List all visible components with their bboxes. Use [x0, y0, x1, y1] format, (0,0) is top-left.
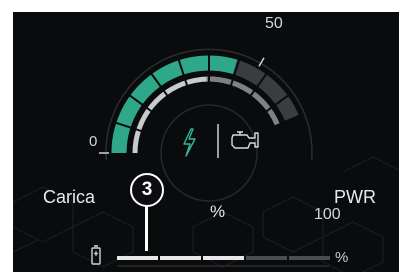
charge-bar-segment	[160, 256, 201, 260]
gauge-center-ring	[160, 104, 258, 202]
charge-bar-segment	[246, 256, 287, 260]
gauge-scale-mid: 50	[265, 15, 283, 32]
charge-bar-segment	[117, 256, 158, 260]
instrument-display: 0 50 100 Carica PWR % % 3	[13, 12, 399, 272]
gauge-scale-min: 0	[89, 133, 98, 150]
callout-badge: 3	[130, 173, 164, 207]
charge-bar-unit: %	[335, 249, 349, 266]
power-label: PWR	[334, 187, 376, 207]
gauge-scale-max: 100	[314, 206, 341, 223]
power-gauge	[91, 48, 330, 267]
gauge-unit: %	[210, 202, 226, 221]
charge-label: Carica	[43, 187, 96, 207]
charge-bar-segment	[203, 256, 244, 260]
lightning-icon	[183, 128, 196, 157]
callout-line	[145, 205, 148, 251]
battery-icon-plus	[94, 251, 98, 256]
charge-bar-segment	[289, 256, 330, 260]
